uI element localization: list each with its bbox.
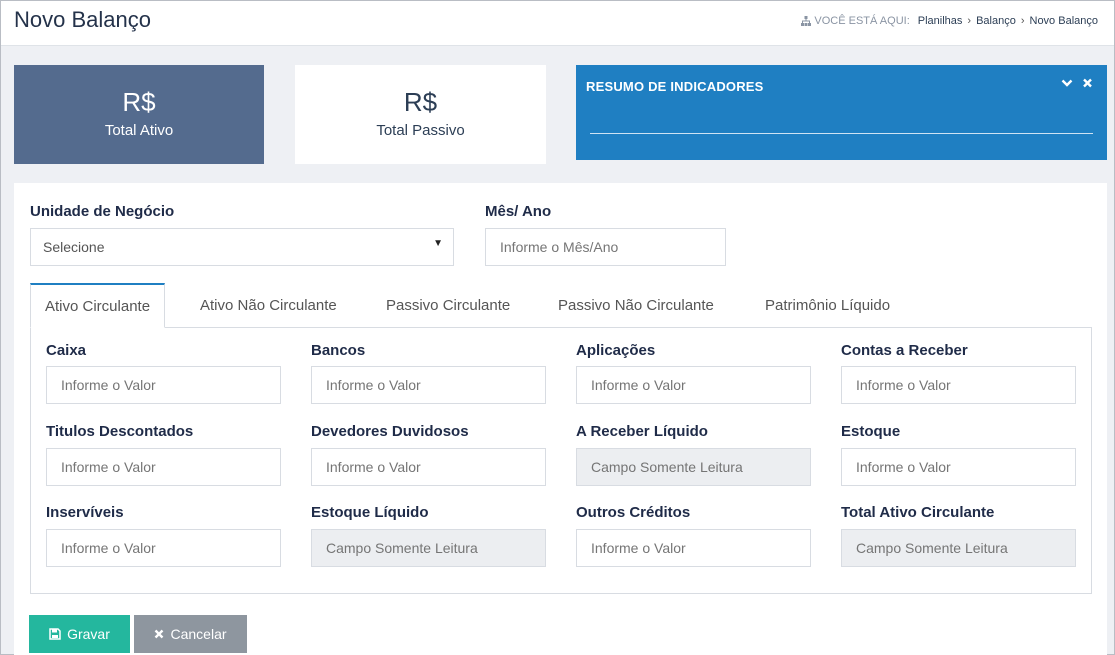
- total-passivo-label: Total Passivo: [376, 122, 465, 139]
- caixa-input[interactable]: [46, 366, 281, 404]
- estoque-input[interactable]: [841, 448, 1076, 486]
- total-ativo-circulante-label: Total Ativo Circulante: [841, 504, 995, 521]
- contas-receber-input[interactable]: [841, 366, 1076, 404]
- tab-ativo-circulante[interactable]: Ativo Circulante: [30, 283, 166, 328]
- contas-receber-label: Contas a Receber: [841, 342, 968, 359]
- breadcrumb-item-balanco[interactable]: Balanço: [976, 15, 1016, 27]
- estoque-liquido-label: Estoque Líquido: [311, 504, 429, 521]
- receber-liquido-label: A Receber Líquido: [576, 423, 708, 440]
- unidade-label: Unidade de Negócio: [30, 203, 175, 220]
- inserviveis-input[interactable]: [46, 529, 281, 567]
- unidade-select-value: Selecione: [43, 239, 105, 255]
- resumo-divider: [590, 133, 1093, 134]
- total-ativo-circulante-input: [841, 529, 1076, 567]
- outros-creditos-label: Outros Créditos: [576, 504, 691, 521]
- form-panel: Unidade de Negócio Selecione ▼ Mês/ Ano …: [14, 183, 1107, 655]
- bancos-label: Bancos: [311, 342, 366, 359]
- gravar-button[interactable]: Gravar: [29, 615, 130, 653]
- resumo-title: RESUMO DE INDICADORES: [586, 79, 764, 94]
- breadcrumb-separator: ›: [1020, 15, 1025, 27]
- close-icon: [155, 629, 164, 639]
- page-title: Novo Balanço: [14, 7, 151, 32]
- resumo-indicadores-panel: RESUMO DE INDICADORES: [576, 65, 1107, 160]
- caret-down-icon: ▼: [433, 238, 443, 249]
- outros-creditos-input[interactable]: [576, 529, 811, 567]
- titulos-descontados-label: Titulos Descontados: [46, 423, 194, 440]
- inserviveis-label: Inservíveis: [46, 504, 124, 521]
- aplicacoes-input[interactable]: [576, 366, 811, 404]
- breadcrumb-item-current: Novo Balanço: [1029, 15, 1099, 27]
- total-ativo-label: Total Ativo: [104, 122, 174, 139]
- breadcrumb-item-planilhas[interactable]: Planilhas: [918, 15, 963, 27]
- breadcrumb-prefix-label: VOCÊ ESTÁ AQUI:: [814, 15, 910, 27]
- chevron-down-icon[interactable]: [1061, 76, 1073, 92]
- tab-ativo-nao-circulante[interactable]: Ativo Não Circulante: [200, 283, 337, 328]
- resumo-tools: [1061, 76, 1093, 92]
- breadcrumb: VOCÊ ESTÁ AQUI: Planilhas › Balanço › No…: [801, 15, 1098, 27]
- mes-ano-input[interactable]: [485, 228, 726, 266]
- estoque-label: Estoque: [841, 423, 901, 440]
- tab-passivo-nao-circulante[interactable]: Passivo Não Circulante: [558, 283, 714, 328]
- aplicacoes-label: Aplicações: [576, 342, 656, 359]
- tab-panel-ativo-circulante: Caixa Bancos Aplicações Contas a Receber…: [30, 327, 1092, 594]
- bancos-input[interactable]: [311, 366, 546, 404]
- cancelar-label: Cancelar: [170, 626, 227, 642]
- gravar-label: Gravar: [67, 626, 110, 642]
- titulos-descontados-input[interactable]: [46, 448, 281, 486]
- estoque-liquido-input: [311, 529, 546, 567]
- receber-liquido-input: [576, 448, 811, 486]
- devedores-duvidosos-label: Devedores Duvidosos: [311, 423, 469, 440]
- unidade-select[interactable]: Selecione ▼: [30, 228, 454, 266]
- caixa-label: Caixa: [46, 342, 87, 359]
- cancelar-button[interactable]: Cancelar: [134, 615, 247, 653]
- page-header: Novo Balanço VOCÊ ESTÁ AQUI: Planilhas ›…: [1, 1, 1114, 46]
- sitemap-icon: [801, 16, 812, 26]
- breadcrumb-separator: ›: [967, 15, 972, 27]
- floppy-disk-icon: [49, 628, 61, 640]
- total-ativo-card: R$ Total Ativo: [14, 65, 264, 164]
- devedores-duvidosos-input[interactable]: [311, 448, 546, 486]
- breadcrumb-prefix: VOCÊ ESTÁ AQUI:: [801, 15, 910, 27]
- total-passivo-value: R$: [403, 87, 438, 117]
- tab-patrimonio-liquido[interactable]: Patrimônio Líquido: [765, 283, 890, 328]
- close-icon[interactable]: [1082, 76, 1093, 92]
- tab-passivo-circulante[interactable]: Passivo Circulante: [386, 283, 510, 328]
- total-ativo-value: R$: [122, 87, 156, 117]
- mes-ano-label: Mês/ Ano: [485, 203, 552, 220]
- total-passivo-card: R$ Total Passivo: [295, 65, 546, 164]
